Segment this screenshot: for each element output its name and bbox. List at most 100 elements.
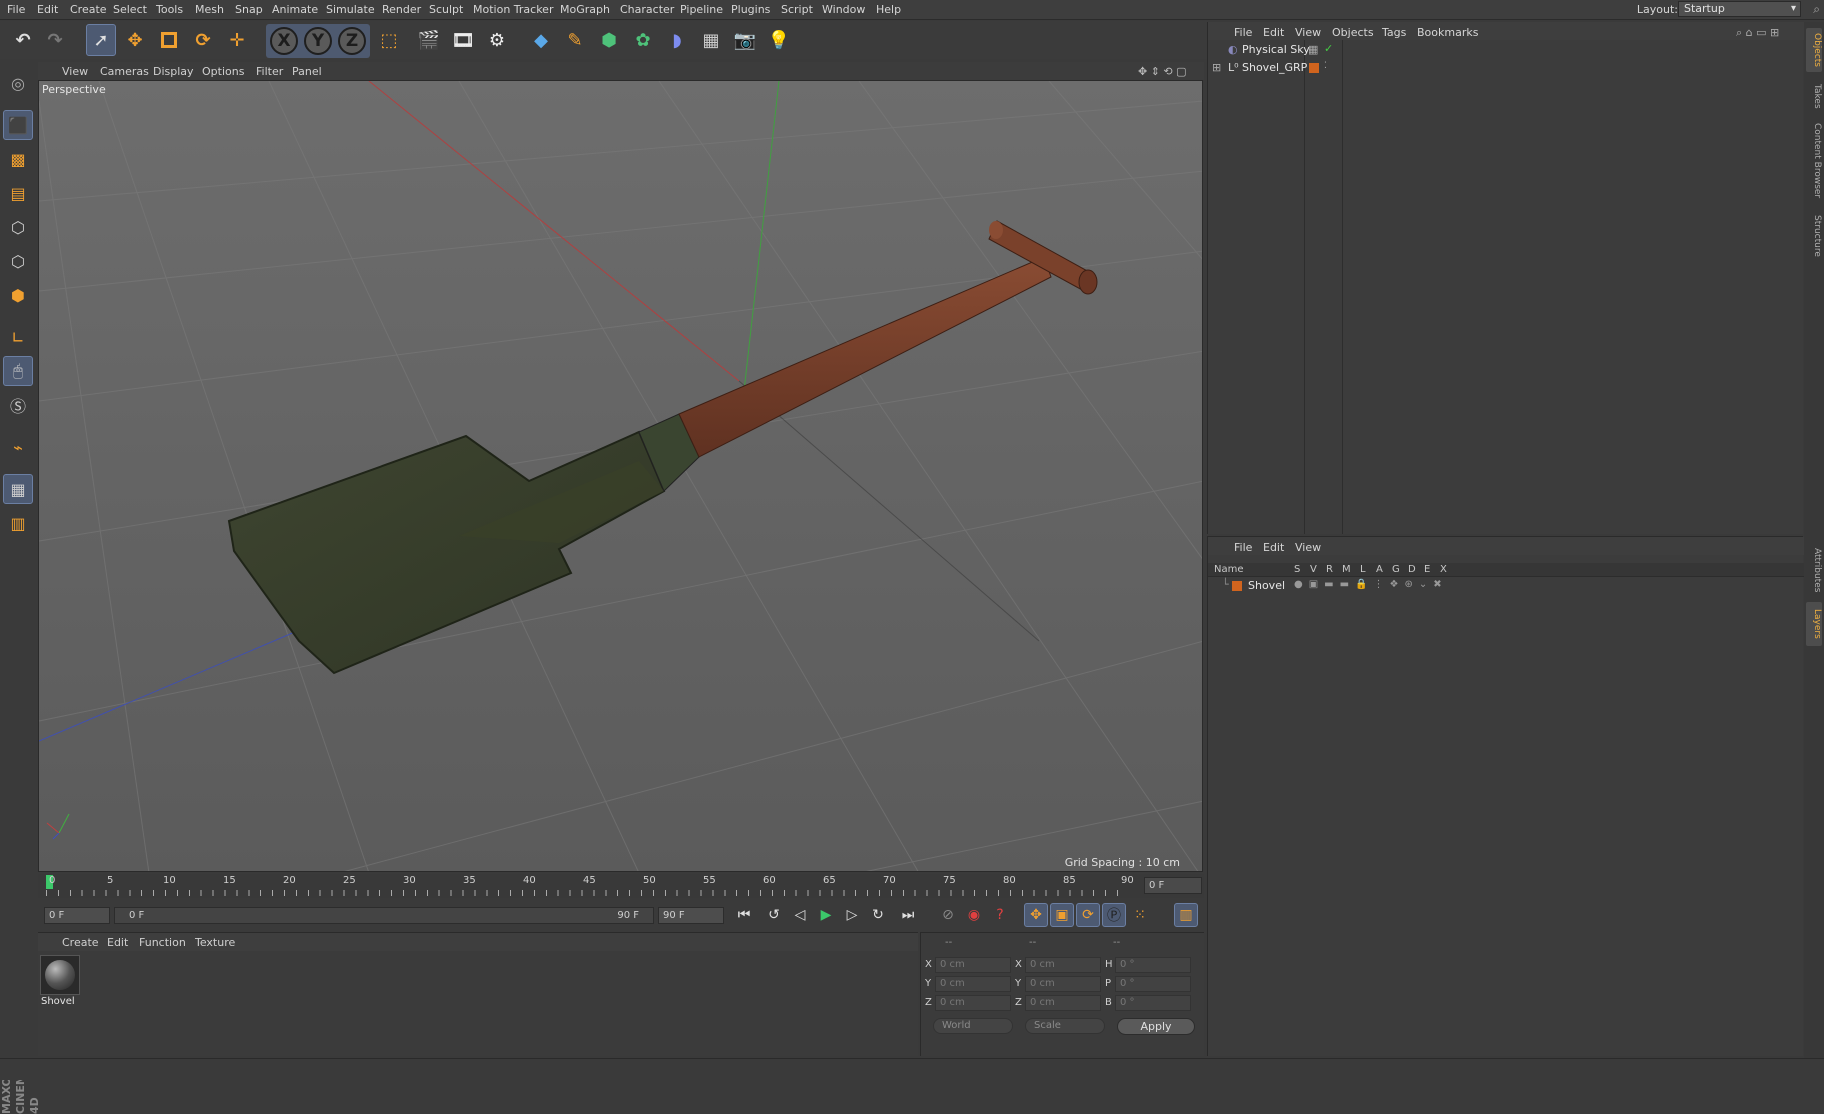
floor-icon[interactable]: ▦ [696,24,726,56]
tab-structure[interactable]: Structure [1806,208,1822,264]
material-menu-texture[interactable]: Texture [195,936,235,949]
key-rotation-icon[interactable]: ⟳ [1076,903,1100,927]
enabled-check-icon[interactable]: ✓ [1324,42,1333,55]
keyframe-selection-icon[interactable]: ? [988,903,1012,927]
make-editable-icon[interactable]: ◎ [3,68,33,98]
planar-workplane-icon[interactable]: ▥ [3,508,33,538]
polygons-mode-icon[interactable]: ⬢ [3,280,33,310]
render-view-icon[interactable]: 🎬 [414,24,444,56]
points-mode-icon[interactable]: ⬡ [3,212,33,242]
size-z-field[interactable]: 0 cm [1025,995,1101,1011]
axis-z-lock-button[interactable]: Z [338,27,366,55]
scale-icon[interactable] [154,24,184,56]
previous-key-icon[interactable]: ↺ [762,903,786,927]
pen-spline-icon[interactable]: ✎ [560,24,590,56]
apply-button[interactable]: Apply [1117,1018,1195,1035]
subdivision-icon[interactable]: ⬢ [594,24,624,56]
tab-layers[interactable]: Layers [1806,602,1822,646]
current-frame-field[interactable]: 0 F [1144,877,1202,894]
tab-content-browser[interactable]: Content Browser [1806,118,1822,204]
undo-icon[interactable]: ↶ [8,24,38,56]
next-frame-icon[interactable]: ▷ [840,903,864,927]
layout-dropdown[interactable]: Startup [1678,1,1801,17]
start-frame-field[interactable]: 0 F [44,907,110,924]
key-position-icon[interactable]: ✥ [1024,903,1048,927]
object-row-shovel-grp[interactable]: ⊞ L⁰ Shovel_GRP ⁚ [1208,59,1804,77]
coordinate-system-icon[interactable]: ⬚ [374,24,404,56]
render-picture-viewer-icon[interactable]: 🎞 [448,24,478,56]
search-icon[interactable]: ⌕ [1813,2,1820,17]
menu-motion-tracker[interactable]: Motion Tracker [473,3,553,16]
rotation-b-field[interactable]: 0 ° [1115,995,1191,1011]
viewport-menu-filter[interactable]: Filter [256,65,283,78]
material-menu-function[interactable]: Function [139,936,186,949]
end-frame-field[interactable]: 90 F [658,907,724,924]
menu-script[interactable]: Script [781,3,813,16]
menu-select[interactable]: Select [113,3,147,16]
menu-tools[interactable]: Tools [156,3,183,16]
tab-objects[interactable]: Objects [1806,28,1822,72]
transform-icon[interactable]: ✛ [222,24,252,56]
object-menu-objects[interactable]: Objects [1332,26,1374,39]
frame-range-slider[interactable]: 0 F 90 F [114,907,654,924]
magnet-icon[interactable]: ⌁ [3,432,33,462]
menu-help[interactable]: Help [876,3,901,16]
layer-menu-view[interactable]: View [1295,541,1321,554]
go-to-end-icon[interactable]: ⏭ [896,903,920,927]
position-x-field[interactable]: 0 cm [935,957,1011,973]
menu-pipeline[interactable]: Pipeline [680,3,723,16]
object-menu-view[interactable]: View [1295,26,1321,39]
material-swatch[interactable] [40,955,80,995]
viewport-menu-options[interactable]: Options [202,65,244,78]
menu-mesh[interactable]: Mesh [195,3,224,16]
menu-animate[interactable]: Animate [272,3,318,16]
viewport-menu-view[interactable]: View [62,65,88,78]
workplane-icon[interactable]: ▤ [3,178,33,208]
viewport-menu-panel[interactable]: Panel [292,65,322,78]
material-menu-create[interactable]: Create [62,936,99,949]
timeline-window-icon[interactable]: ▥ [1174,903,1198,927]
record-keys-icon[interactable]: ⊘ [936,903,960,927]
redo-icon[interactable]: ↷ [40,24,70,56]
render-settings-icon[interactable]: ⚙ [482,24,512,56]
menu-edit[interactable]: Edit [37,3,58,16]
transform-mode-select[interactable]: Scale [1025,1018,1105,1034]
key-scale-icon[interactable]: ▣ [1050,903,1074,927]
menu-create[interactable]: Create [70,3,107,16]
move-icon[interactable]: ✥ [120,24,150,56]
material-menu-edit[interactable]: Edit [107,936,128,949]
menu-render[interactable]: Render [382,3,421,16]
size-x-field[interactable]: 0 cm [1025,957,1101,973]
texture-mode-icon[interactable]: ▩ [3,144,33,174]
previous-frame-icon[interactable]: ◁ [788,903,812,927]
key-parameter-icon[interactable]: Ⓟ [1102,903,1126,927]
layer-color-swatch[interactable] [1309,63,1319,73]
go-to-start-icon[interactable]: ⏮ [732,903,756,927]
camera-icon[interactable]: 📷 [730,24,760,56]
layer-row-shovel[interactable]: └ Shovel ●▣▬▬🔒⋮❖⊛⌄✖ [1208,578,1804,594]
rotate-icon[interactable]: ⟳ [188,24,218,56]
lock-workplane-icon[interactable]: ▦ [3,474,33,504]
menu-file[interactable]: File [7,3,25,16]
edges-mode-icon[interactable]: ⬡ [3,246,33,276]
autokey-icon[interactable]: ◉ [962,903,986,927]
menu-mograph[interactable]: MoGraph [560,3,610,16]
size-y-field[interactable]: 0 cm [1025,976,1101,992]
object-menu-bookmarks[interactable]: Bookmarks [1417,26,1478,39]
tab-attributes[interactable]: Attributes [1806,542,1822,598]
light-icon[interactable]: 💡 [764,24,794,56]
axis-x-lock-button[interactable]: X [270,27,298,55]
key-pla-icon[interactable]: ⁙ [1128,903,1152,927]
viewport-perspective[interactable]: Perspective Grid Spacing : 10 cm [38,80,1203,872]
tweak-mode-icon[interactable]: 🖱 [3,356,33,386]
deformer-icon[interactable]: ◗ [662,24,692,56]
layer-menu-file[interactable]: File [1234,541,1252,554]
axis-mode-icon[interactable]: ∟ [3,322,33,352]
position-z-field[interactable]: 0 cm [935,995,1011,1011]
menu-simulate[interactable]: Simulate [326,3,375,16]
viewport-menu-cameras[interactable]: Cameras [100,65,149,78]
layer-color-swatch[interactable] [1232,581,1242,591]
coordinate-mode-select[interactable]: World [933,1018,1013,1034]
rotation-h-field[interactable]: 0 ° [1115,957,1191,973]
layer-toggle-icons[interactable]: ●▣▬▬🔒⋮❖⊛⌄✖ [1294,579,1448,590]
